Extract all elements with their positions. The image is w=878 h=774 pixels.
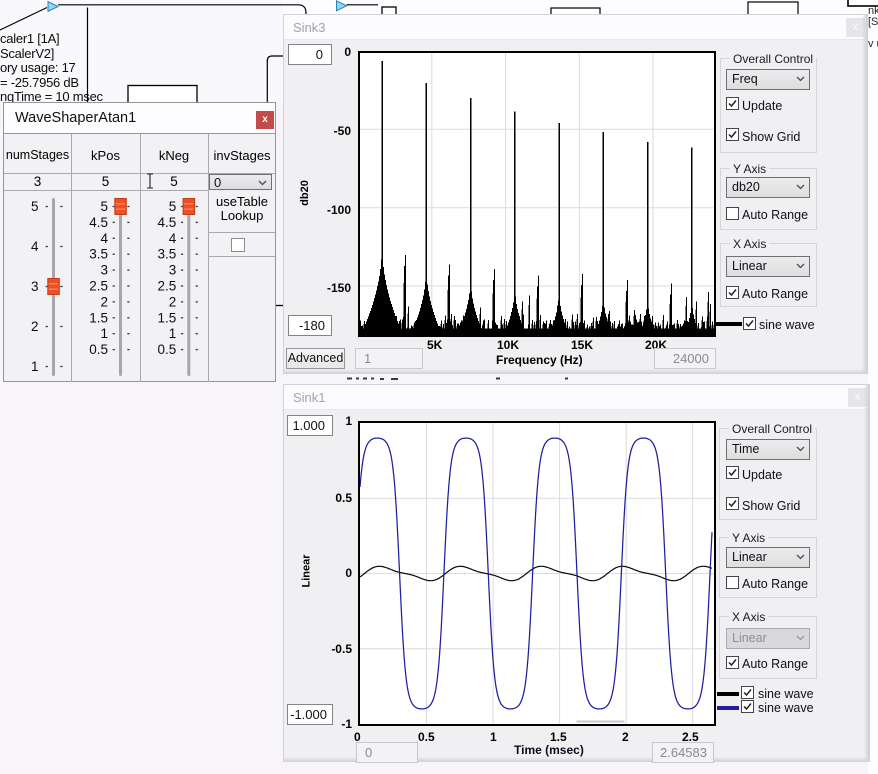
svg-text:3.5: 3.5 [89,247,108,262]
svg-text:4.5: 4.5 [158,215,177,230]
svg-text:0.5: 0.5 [89,342,108,357]
svg-text:1: 1 [100,326,108,341]
svg-text:1.5: 1.5 [158,310,177,325]
svg-text:0.5: 0.5 [158,342,177,357]
svg-text:3: 3 [31,279,39,294]
svg-text:5: 5 [169,199,177,214]
svg-text:2: 2 [169,294,177,309]
svg-text:2: 2 [31,319,39,334]
svg-text:5: 5 [100,199,108,214]
svg-text:2.5: 2.5 [89,279,108,294]
svg-text:2: 2 [100,294,108,309]
svg-text:1: 1 [31,359,39,374]
svg-text:4: 4 [31,239,39,254]
svg-text:5: 5 [31,199,39,214]
svg-text:4: 4 [169,231,177,246]
svg-text:1: 1 [169,326,177,341]
svg-text:2.5: 2.5 [158,279,177,294]
svg-text:3: 3 [100,263,108,278]
svg-text:4.5: 4.5 [89,215,108,230]
svg-text:1.5: 1.5 [89,310,108,325]
svg-text:4: 4 [100,231,108,246]
svg-text:3.5: 3.5 [158,247,177,262]
svg-text:3: 3 [169,263,177,278]
